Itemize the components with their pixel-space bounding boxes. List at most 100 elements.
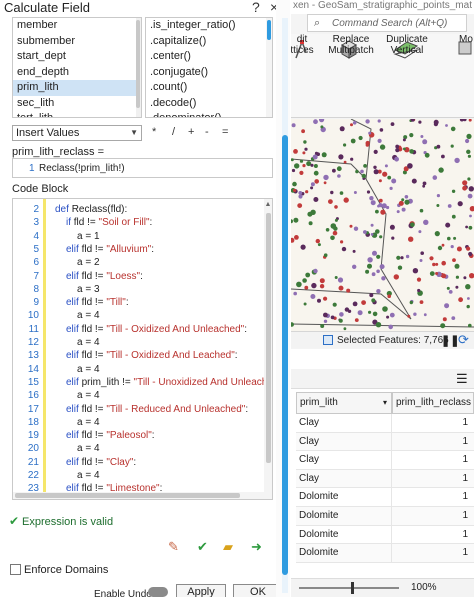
fields-scroll-thumb[interactable] (136, 20, 140, 108)
function-list-item[interactable]: .is_integer_ratio() (146, 18, 272, 34)
table-row[interactable]: Dolomite 1 (296, 488, 474, 507)
fields-list[interactable]: member submember start_dept end_depth prim_l… (12, 17, 142, 118)
field-list-item[interactable]: submember (13, 34, 141, 50)
cell-prim-lith[interactable]: Dolomite (296, 507, 392, 526)
cell-prim-lith[interactable]: Clay (296, 432, 392, 452)
expression-editor[interactable]: 1 Reclass(!prim_lith!) (12, 158, 273, 178)
operator-minus-button[interactable]: - (205, 126, 209, 138)
feature-point (337, 174, 341, 178)
cell-prim-lith-reclass[interactable]: 1 (392, 488, 474, 507)
function-list-item[interactable]: .denominator() (146, 111, 272, 117)
feature-point (347, 309, 352, 313)
help-button[interactable]: ? (252, 0, 260, 15)
command-search-input[interactable]: ⌕ Command Search (Alt+Q) (307, 14, 467, 32)
operator-equals-button[interactable]: = (222, 126, 228, 138)
cell-prim-lith[interactable]: Dolomite (296, 525, 392, 545)
cell-prim-lith-reclass[interactable]: 1 (392, 507, 474, 526)
code-hscroll-thumb[interactable] (15, 493, 240, 498)
feature-point (321, 152, 327, 158)
replace-multipatch-button[interactable]: Replace Multipatch (323, 34, 379, 56)
zoom-slider[interactable] (299, 587, 399, 589)
pause-icon[interactable]: ❚❚ (441, 334, 459, 347)
code-text: a = 2 (77, 257, 100, 269)
feature-point (319, 119, 325, 123)
insert-values-select[interactable]: Insert Values ▼ (12, 125, 142, 141)
code-scroll-thumb[interactable] (266, 213, 271, 463)
field-list-item[interactable]: start_dept (13, 49, 141, 65)
functions-scrollbar[interactable] (266, 18, 272, 117)
enable-undo-toggle[interactable] (148, 587, 168, 597)
functions-list[interactable]: .is_integer_ratio() .capitalize() .center(… (145, 17, 273, 118)
code-vertical-scrollbar[interactable]: ▲ (264, 199, 272, 499)
feature-point (367, 263, 372, 269)
cell-prim-lith-reclass[interactable]: 1 (392, 414, 474, 433)
feature-point (462, 185, 467, 191)
cell-prim-lith[interactable]: Clay (296, 414, 392, 433)
cell-prim-lith-reclass[interactable]: 1 (392, 526, 474, 545)
operator-plus-button[interactable]: + (188, 126, 194, 138)
function-list-item[interactable]: .count() (146, 80, 272, 96)
field-list-item[interactable]: member (13, 18, 141, 34)
scroll-up-icon[interactable]: ▲ (264, 201, 272, 208)
code-block-editor[interactable]: 2 def Reclass(fld): 3 if fld != "Soil or Fi… (12, 198, 273, 500)
operator-multiply-button[interactable]: * (152, 126, 156, 138)
field-list-item[interactable]: tert_lith (13, 111, 141, 117)
table-row[interactable]: Clay 1 (296, 414, 474, 433)
function-list-item[interactable]: .decode() (146, 96, 272, 112)
expression-text: Reclass(!prim_lith!) (39, 163, 125, 174)
dialog-scroll-thumb[interactable] (282, 135, 288, 575)
fields-scrollbar[interactable] (136, 18, 141, 117)
feature-point (291, 219, 293, 224)
function-list-item[interactable]: .center() (146, 49, 272, 65)
table-row[interactable]: Clay 1 (296, 432, 474, 452)
cell-prim-lith[interactable]: Dolomite (296, 544, 392, 563)
folder-open-icon[interactable]: ▰ (223, 539, 233, 555)
cell-prim-lith-reclass[interactable]: 1 (392, 544, 474, 563)
duplicate-vertical-button[interactable]: Duplicate Vertical (381, 34, 433, 56)
table-row[interactable]: Clay 1 (296, 451, 474, 470)
enforce-domains-checkbox[interactable] (10, 564, 21, 575)
more-button[interactable]: Mo (455, 34, 474, 45)
field-list-item[interactable]: prim_lith (13, 80, 141, 96)
function-list-item[interactable]: .capitalize() (146, 34, 272, 50)
cell-prim-lith[interactable]: Clay (296, 469, 392, 489)
functions-scroll-thumb[interactable] (267, 20, 271, 40)
eraser-icon[interactable]: ✎ (168, 539, 179, 555)
menu-icon[interactable]: ☰ (456, 371, 468, 387)
zoom-level[interactable]: 100% (411, 582, 437, 593)
column-header-prim-lith[interactable]: prim_lith ▾ (296, 392, 392, 414)
zoom-slider-thumb[interactable] (351, 582, 354, 594)
cell-prim-lith-reclass[interactable]: 1 (392, 470, 474, 489)
arrow-right-icon[interactable]: ➜ (251, 539, 262, 555)
field-list-item[interactable]: end_depth (13, 65, 141, 81)
feature-point (458, 297, 463, 303)
operator-divide-button[interactable]: / (172, 126, 175, 138)
table-row[interactable]: Dolomite 1 (296, 525, 474, 545)
table-row[interactable]: Clay 1 (296, 469, 474, 489)
code-horizontal-scrollbar[interactable] (13, 492, 265, 499)
function-list-item[interactable]: .conjugate() (146, 65, 272, 81)
feature-point (401, 198, 405, 202)
edit-vertices-button[interactable]: dit ttices (291, 34, 317, 56)
dialog-title: Calculate Field (4, 0, 90, 15)
verify-check-icon[interactable]: ✔ (197, 539, 208, 555)
cell-prim-lith-reclass[interactable]: 1 (392, 433, 474, 452)
apply-button[interactable]: Apply (176, 584, 226, 597)
table-row[interactable]: Dolomite 1 (296, 544, 474, 563)
map-status-bar: Selected Features: 7,766 ❚❚ ⟳ (291, 331, 474, 348)
feature-point (379, 128, 384, 132)
feature-point (338, 285, 344, 291)
cell-prim-lith[interactable]: Clay (296, 451, 392, 470)
refresh-icon[interactable]: ⟳ (458, 332, 469, 348)
map-view[interactable] (291, 119, 474, 331)
column-header-prim-lith-reclass[interactable]: prim_lith_reclass (392, 392, 474, 414)
cell-prim-lith-reclass[interactable]: 1 (392, 451, 474, 470)
line-number: 13 (27, 350, 39, 362)
field-list-item[interactable]: sec_lith (13, 96, 141, 112)
feature-point (307, 211, 313, 217)
feature-point (297, 203, 303, 208)
cell-prim-lith[interactable]: Dolomite (296, 488, 392, 507)
feature-point (465, 284, 471, 290)
table-row[interactable]: Dolomite 1 (296, 507, 474, 526)
feature-point (446, 286, 450, 290)
